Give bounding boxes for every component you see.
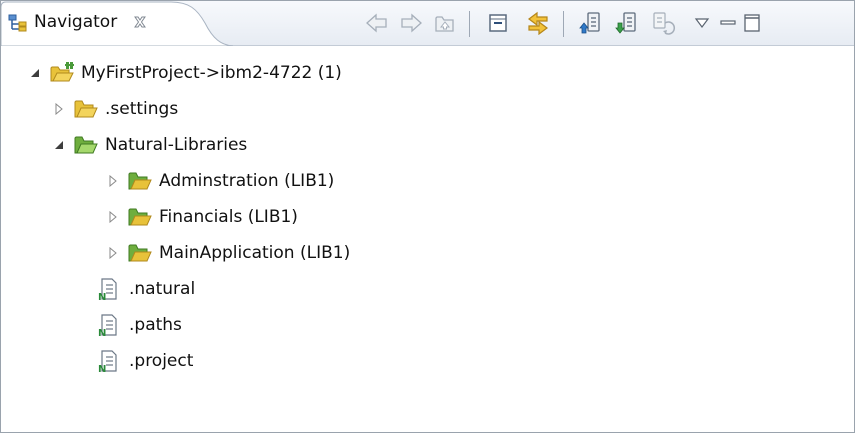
forward-arrow-icon [401, 13, 422, 33]
close-icon[interactable] [130, 12, 150, 32]
toolbar-separator [469, 11, 470, 37]
minimize-icon [720, 20, 736, 25]
tree-item-label: MyFirstProject->ibm2-4722 (1) [81, 63, 342, 83]
folder-open-icon [127, 169, 153, 193]
synchronize-button[interactable] [649, 11, 679, 35]
tree-item-label: Adminstration (LIB1) [159, 171, 335, 191]
tree-item-mainapplication[interactable]: MainApplication (LIB1) [105, 235, 350, 271]
folder-icon [73, 97, 99, 121]
folder-open-icon [127, 205, 153, 229]
tree-item-label: Financials (LIB1) [159, 207, 298, 227]
up-button[interactable] [431, 11, 459, 35]
tree-item-label: MainApplication (LIB1) [159, 243, 351, 263]
maximize-icon [744, 14, 760, 32]
svg-text:N: N [98, 364, 106, 373]
natural-file-icon: N [97, 277, 123, 301]
natural-file-icon: N [97, 349, 123, 373]
collapsed-triangle-icon[interactable] [105, 173, 121, 189]
tree-item-natural-libraries[interactable]: Natural-Libraries [51, 127, 247, 163]
view-title-bar: Navigator [1, 1, 854, 46]
collapsed-triangle-icon[interactable] [105, 209, 121, 225]
maximize-button[interactable] [741, 11, 763, 35]
tree-item-label: .paths [129, 315, 182, 335]
minimize-button[interactable] [717, 11, 739, 35]
forward-button[interactable] [397, 11, 425, 35]
download-button[interactable] [613, 11, 643, 35]
upload-icon [579, 12, 600, 34]
back-button[interactable] [363, 11, 391, 35]
download-icon [615, 12, 636, 34]
tree-item-label: .settings [105, 99, 179, 119]
tree-item-label: .project [129, 351, 194, 371]
navigator-view: Navigator MyFirstProject->ibm2-4722 (1) … [0, 0, 855, 433]
toolbar-separator [563, 11, 564, 37]
tree-item-project-file[interactable]: N .project [75, 343, 193, 379]
tree-item-settings[interactable]: .settings [51, 91, 178, 127]
up-folder-icon [435, 16, 454, 32]
tree-item-label: Natural-Libraries [105, 135, 248, 155]
collapsed-triangle-icon[interactable] [51, 101, 67, 117]
navigator-icon [8, 14, 28, 32]
collapse-all-button[interactable] [484, 11, 512, 35]
navigator-tab[interactable]: Navigator [1, 1, 233, 46]
folder-open-icon [73, 133, 99, 157]
collapsed-triangle-icon[interactable] [105, 245, 121, 261]
natural-file-icon: N [97, 313, 123, 337]
expanded-triangle-icon[interactable] [51, 137, 67, 153]
view-menu-icon [694, 18, 710, 28]
tree-item-paths-file[interactable]: N .paths [75, 307, 182, 343]
tree-item-adminstration[interactable]: Adminstration (LIB1) [105, 163, 334, 199]
synchronize-icon [653, 12, 675, 35]
tree-item-natural-file[interactable]: N .natural [75, 271, 195, 307]
svg-text:N: N [98, 328, 106, 337]
view-menu-button[interactable] [691, 11, 713, 35]
tab-title: Navigator [34, 12, 118, 32]
tree-item-financials[interactable]: Financials (LIB1) [105, 199, 298, 235]
collapse-all-icon [489, 14, 507, 32]
back-arrow-icon [366, 13, 387, 33]
folder-open-icon [127, 241, 153, 265]
upload-button[interactable] [577, 11, 607, 35]
link-with-editor-button[interactable] [523, 11, 553, 35]
link-with-editor-icon [528, 11, 548, 35]
tree-item-label: .natural [129, 279, 196, 299]
expanded-triangle-icon[interactable] [27, 65, 43, 81]
svg-text:N: N [98, 292, 106, 301]
project-icon [49, 61, 75, 85]
tree-item-project[interactable]: MyFirstProject->ibm2-4722 (1) [27, 55, 342, 91]
